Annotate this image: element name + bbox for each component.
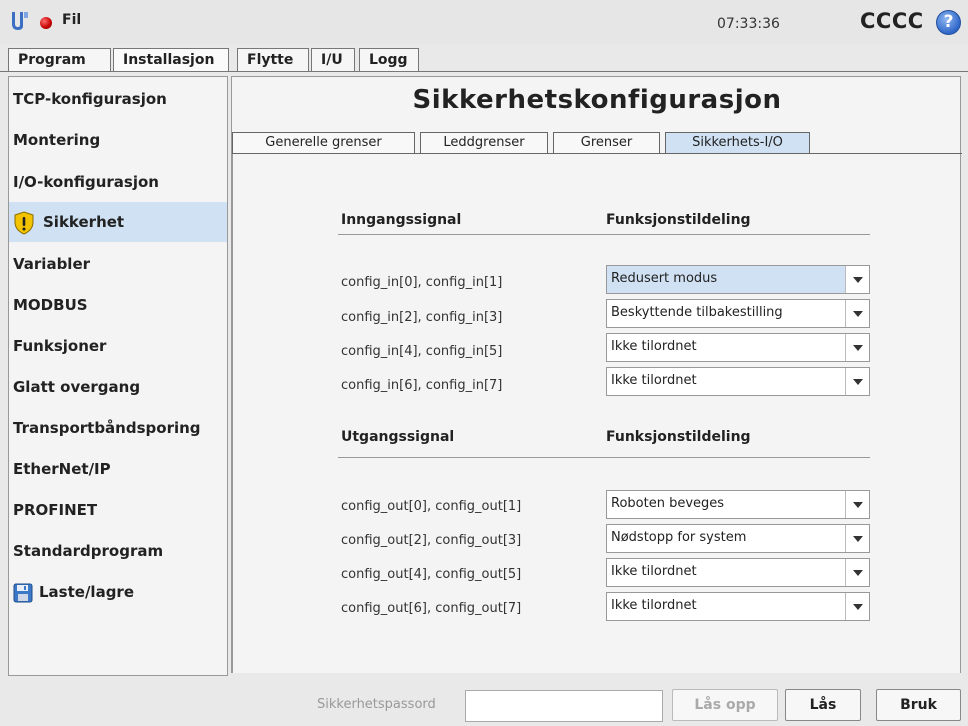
sidebar-item-label: PROFINET [13, 501, 98, 519]
sidebar-item-ethernet-ip[interactable]: EtherNet/IP [9, 450, 227, 488]
sidebar-item-profinet[interactable]: PROFINET [9, 491, 227, 529]
dropdown-value: Roboten beveges [611, 496, 725, 511]
sidebar-item-label: I/O-konfigurasjon [13, 173, 159, 191]
safety-password-label: Sikkerhetspassord [317, 697, 436, 712]
help-button[interactable]: ? [936, 10, 961, 35]
output-header-divider [338, 457, 870, 458]
lock-button[interactable]: Lås [785, 689, 861, 721]
ur-logo-icon [12, 12, 28, 30]
chevron-down-icon[interactable] [845, 266, 869, 293]
input-signal-label: config_in[2], config_in[3] [341, 310, 503, 325]
file-menu[interactable]: Fil [62, 12, 81, 28]
sidebar-item-funksjoner[interactable]: Funksjoner [9, 327, 227, 365]
output-signal-label: config_out[4], config_out[5] [341, 567, 522, 582]
input-header-divider [338, 234, 870, 235]
floppy-disk-icon [13, 583, 33, 602]
output-function-dropdown[interactable]: Ikke tilordnet [606, 558, 870, 587]
sidebar-item-glatt-overgang[interactable]: Glatt overgang [9, 368, 227, 406]
sidebar-item-label: Laste/lagre [39, 583, 135, 601]
chevron-down-icon[interactable] [845, 491, 869, 518]
input-function-dropdown[interactable]: Ikke tilordnet [606, 333, 870, 362]
sidebar-item-sikkerhet[interactable]: Sikkerhet [9, 202, 227, 242]
clock: 07:33:36 [717, 16, 780, 32]
dropdown-value: Ikke tilordnet [611, 373, 697, 388]
sidebar: TCP-konfigurasjon Montering I/O-konfigur… [8, 76, 228, 676]
tab-flytte[interactable]: Flytte [237, 48, 309, 72]
content-area: Sikkerhetskonfigurasjon Generelle grense… [231, 76, 962, 673]
output-signal-label: config_out[2], config_out[3] [341, 533, 522, 548]
safety-io-panel: Inngangssignal Funksjonstildeling config… [232, 154, 960, 673]
sidebar-item-label: TCP-konfigurasjon [13, 90, 167, 108]
tab-generelle-grenser[interactable]: Generelle grenser [232, 132, 415, 153]
sidebar-item-laste-lagre[interactable]: Laste/lagre [9, 573, 227, 611]
output-signal-label: config_out[0], config_out[1] [341, 499, 522, 514]
sidebar-item-modbus[interactable]: MODBUS [9, 286, 227, 324]
dropdown-value: Ikke tilordnet [611, 339, 697, 354]
sidebar-item-label: Funksjoner [13, 337, 107, 355]
apply-button[interactable]: Bruk [876, 689, 961, 721]
output-signal-header: Utgangssignal [341, 429, 455, 445]
main-tabs: Program Installasjon Flytte I/U Logg [0, 48, 968, 72]
input-signal-label: config_in[6], config_in[7] [341, 378, 503, 393]
unlock-button[interactable]: Lås opp [672, 689, 778, 721]
chevron-down-icon[interactable] [845, 525, 869, 552]
sidebar-item-variabler[interactable]: Variabler [9, 245, 227, 283]
output-function-dropdown[interactable]: Ikke tilordnet [606, 592, 870, 621]
output-function-header: Funksjonstildeling [606, 429, 751, 445]
output-signal-label: config_out[6], config_out[7] [341, 601, 522, 616]
input-function-header: Funksjonstildeling [606, 212, 751, 228]
safety-password-input[interactable] [465, 690, 663, 722]
run-status-icon [40, 17, 52, 29]
sidebar-item-label: MODBUS [13, 296, 88, 314]
tab-grenser[interactable]: Grenser [553, 132, 660, 153]
sidebar-item-label: Variabler [13, 255, 91, 273]
chevron-down-icon[interactable] [845, 559, 869, 586]
sidebar-item-tcp[interactable]: TCP-konfigurasjon [9, 80, 227, 118]
tab-leddgrenser[interactable]: Leddgrenser [420, 132, 548, 153]
input-signal-label: config_in[4], config_in[5] [341, 344, 503, 359]
tab-logg[interactable]: Logg [359, 48, 419, 72]
sidebar-item-label: Sikkerhet [43, 213, 125, 231]
sidebar-item-label: Transportbåndsporing [13, 419, 201, 437]
dropdown-value: Nødstopp for system [611, 530, 747, 545]
tab-sikkerhets-io[interactable]: Sikkerhets-I/O [665, 132, 810, 154]
input-function-dropdown[interactable]: Redusert modus [606, 265, 870, 294]
tab-installasjon[interactable]: Installasjon [113, 48, 229, 72]
dropdown-value: Beskyttende tilbakestilling [611, 305, 783, 320]
output-function-dropdown[interactable]: Roboten beveges [606, 490, 870, 519]
dropdown-value: Redusert modus [611, 271, 718, 286]
sidebar-item-transportband[interactable]: Transportbåndsporing [9, 409, 227, 447]
sidebar-item-montering[interactable]: Montering [9, 121, 227, 159]
input-signal-header: Inngangssignal [341, 212, 462, 228]
sidebar-item-io-config[interactable]: I/O-konfigurasjon [9, 163, 227, 201]
warning-shield-icon [14, 210, 34, 235]
robot-name: CCCC [860, 9, 924, 33]
dropdown-value: Ikke tilordnet [611, 564, 697, 579]
tab-program[interactable]: Program [8, 48, 111, 72]
input-function-dropdown[interactable]: Ikke tilordnet [606, 367, 870, 396]
output-function-dropdown[interactable]: Nødstopp for system [606, 524, 870, 553]
tab-divider [0, 71, 968, 72]
tab-iu[interactable]: I/U [311, 48, 355, 72]
sidebar-item-label: Montering [13, 131, 101, 149]
chevron-down-icon[interactable] [845, 368, 869, 395]
sidebar-item-label: EtherNet/IP [13, 460, 111, 478]
page-title: Sikkerhetskonfigurasjon [412, 85, 782, 115]
sub-tabs: Generelle grenser Leddgrenser Grenser Si… [232, 132, 962, 154]
sidebar-item-standardprogram[interactable]: Standardprogram [9, 532, 227, 570]
input-signal-label: config_in[0], config_in[1] [341, 275, 503, 290]
input-function-dropdown[interactable]: Beskyttende tilbakestilling [606, 299, 870, 328]
sidebar-item-label: Glatt overgang [13, 378, 141, 396]
top-bar: Fil 07:33:36 CCCC ? [0, 0, 968, 44]
sidebar-item-label: Standardprogram [13, 542, 164, 560]
chevron-down-icon[interactable] [845, 334, 869, 361]
chevron-down-icon[interactable] [845, 300, 869, 327]
chevron-down-icon[interactable] [845, 593, 869, 620]
dropdown-value: Ikke tilordnet [611, 598, 697, 613]
